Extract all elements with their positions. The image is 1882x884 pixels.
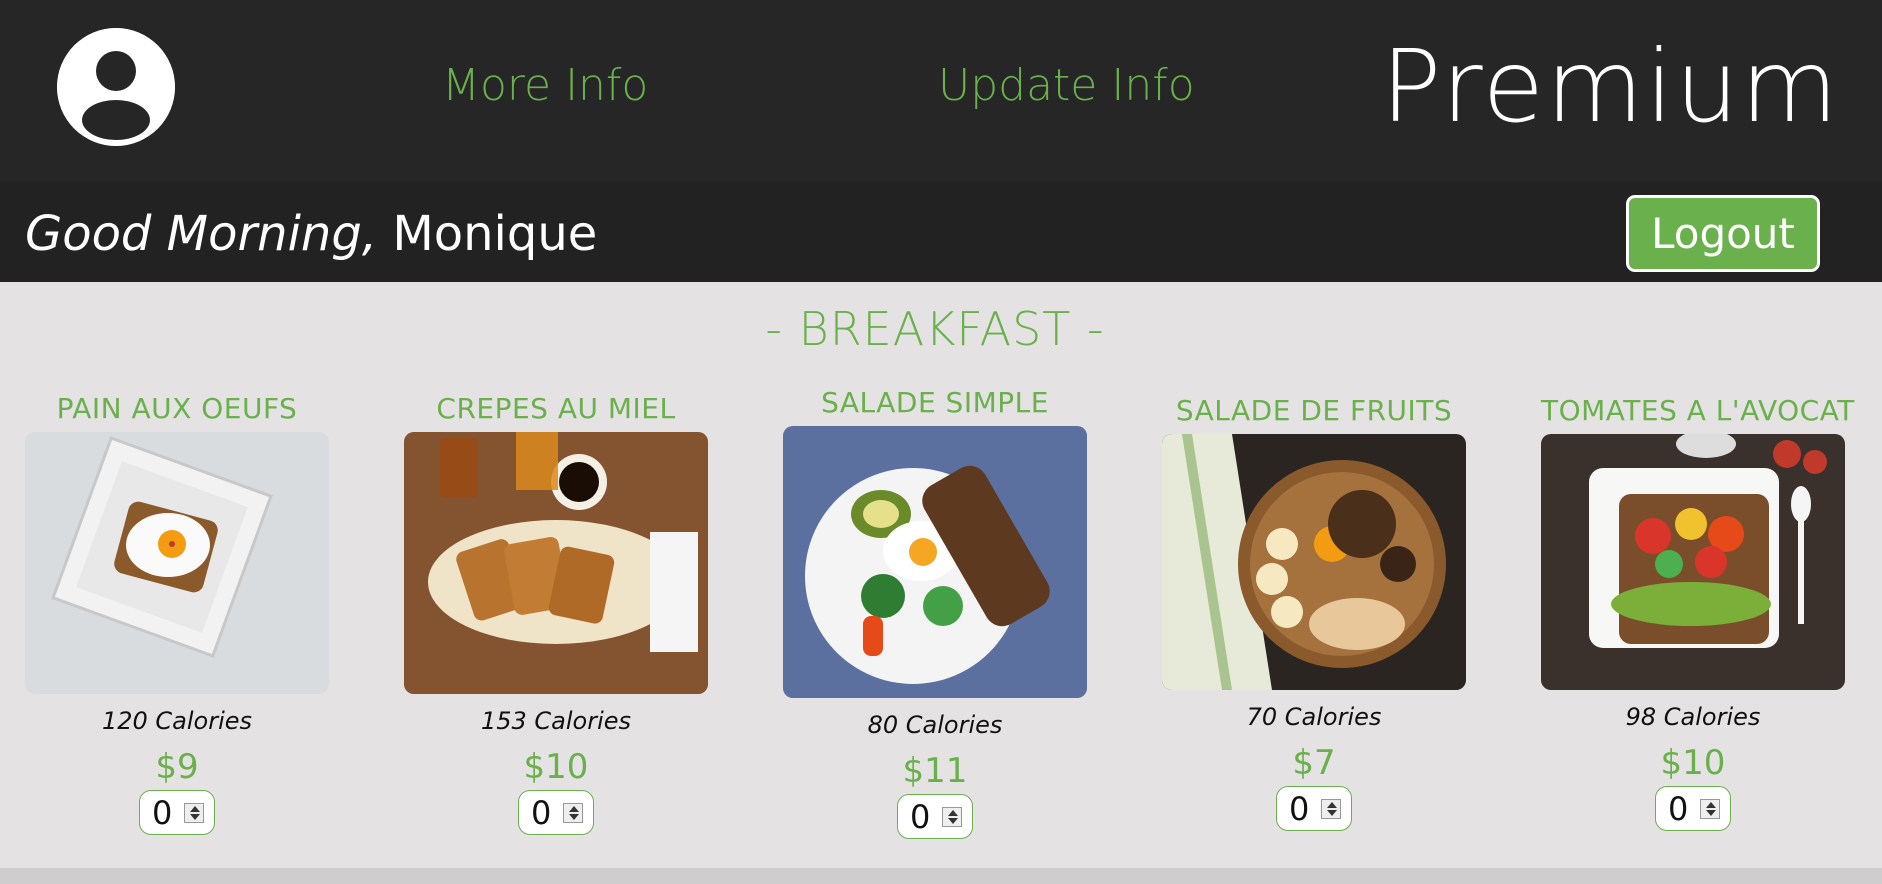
menu-item-card: SALADE DE FRUITS 70 Calories $7 0: [1162, 392, 1466, 835]
menu-item-photo[interactable]: [783, 426, 1087, 698]
logout-button[interactable]: Logout: [1626, 195, 1820, 272]
quantity-value: 0: [531, 794, 552, 832]
menu-item-price: $9: [155, 747, 199, 787]
greeting-salutation: Good Morning,: [25, 206, 378, 262]
update-info-link[interactable]: Update Info: [938, 60, 1195, 111]
greeting-bar: Good Morning, Monique Logout: [0, 182, 1882, 282]
menu-item-photo[interactable]: [1162, 434, 1466, 690]
menu-section: - BREAKFAST - PAIN AUX OEUFS 120 Calorie…: [0, 282, 1882, 868]
top-navigation-bar: More Info Update Info Premium: [0, 0, 1882, 182]
menu-item-photo[interactable]: [1541, 434, 1845, 690]
spinner-arrows-icon[interactable]: [942, 807, 962, 827]
quantity-stepper[interactable]: 0: [1276, 786, 1352, 831]
spinner-arrows-icon[interactable]: [1700, 799, 1720, 819]
menu-item-price: $10: [1660, 743, 1726, 783]
more-info-link[interactable]: More Info: [442, 60, 648, 111]
user-avatar-icon[interactable]: [57, 28, 175, 146]
spinner-arrows-icon[interactable]: [563, 803, 583, 823]
menu-item-name: TOMATES A L'AVOCAT: [1541, 394, 1855, 427]
menu-item-card: SALADE SIMPLE 80 Calories $11 0: [783, 384, 1087, 843]
menu-item-calories: 70 Calories: [1246, 703, 1382, 731]
quantity-stepper[interactable]: 0: [897, 794, 973, 839]
quantity-value: 0: [910, 798, 931, 836]
brand-title: Premium: [1381, 28, 1840, 145]
menu-item-calories: 98 Calories: [1625, 703, 1761, 731]
menu-item-price: $7: [1292, 743, 1336, 783]
menu-item-calories: 153 Calories: [480, 707, 632, 735]
spinner-arrows-icon[interactable]: [184, 803, 204, 823]
greeting-message: Good Morning, Monique: [25, 206, 597, 262]
quantity-value: 0: [152, 794, 173, 832]
greeting-user-name: Monique: [392, 206, 598, 262]
menu-item-price: $11: [902, 751, 968, 791]
menu-item-name: CREPES AU MIEL: [436, 392, 676, 425]
page-bottom-strip: [0, 868, 1882, 884]
menu-item-card: PAIN AUX OEUFS 120 Calories $9 0: [25, 390, 329, 839]
quantity-stepper[interactable]: 0: [518, 790, 594, 835]
menu-item-photo[interactable]: [404, 432, 708, 694]
quantity-value: 0: [1668, 790, 1689, 828]
section-title: - BREAKFAST -: [765, 302, 1105, 356]
quantity-value: 0: [1289, 790, 1310, 828]
menu-item-card: CREPES AU MIEL 153 Calories $10 0: [404, 390, 708, 839]
spinner-arrows-icon[interactable]: [1321, 799, 1341, 819]
quantity-stepper[interactable]: 0: [139, 790, 215, 835]
menu-item-calories: 80 Calories: [867, 711, 1003, 739]
menu-item-name: SALADE SIMPLE: [821, 386, 1049, 419]
menu-item-name: SALADE DE FRUITS: [1175, 394, 1453, 427]
menu-item-price: $10: [523, 747, 589, 787]
menu-item-photo[interactable]: [25, 432, 329, 694]
quantity-stepper[interactable]: 0: [1655, 786, 1731, 831]
menu-item-calories: 120 Calories: [101, 707, 253, 735]
menu-item-card: TOMATES A L'AVOCAT 98 Calories $10 0: [1541, 392, 1855, 835]
menu-item-name: PAIN AUX OEUFS: [56, 392, 298, 425]
